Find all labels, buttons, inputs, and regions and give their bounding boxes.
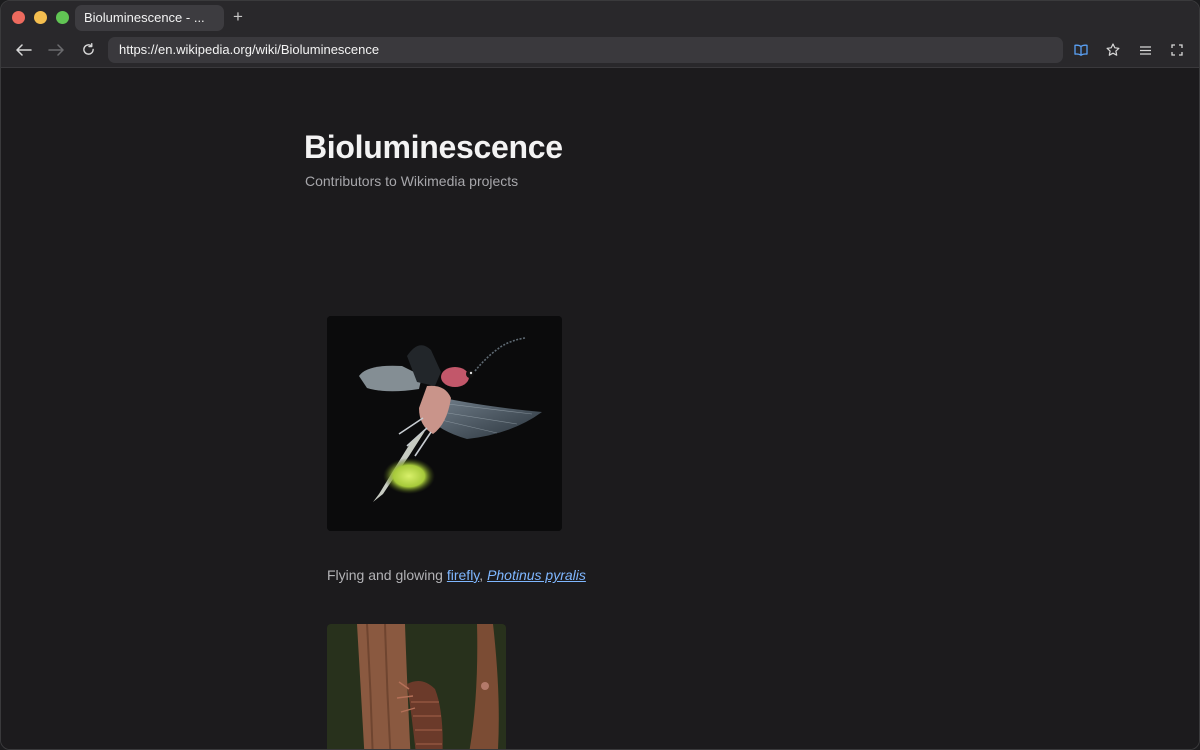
back-arrow-icon[interactable] bbox=[11, 37, 37, 63]
page-title: Bioluminescence bbox=[304, 129, 563, 165]
tab-title: Bioluminescence - ... bbox=[84, 10, 205, 25]
page-content: Bioluminescence Contributors to Wikimedi… bbox=[1, 69, 1199, 749]
address-bar[interactable]: https://en.wikipedia.org/wiki/Biolumines… bbox=[108, 37, 1063, 63]
hamburger-menu-icon[interactable] bbox=[1133, 38, 1157, 62]
tab-bioluminescence[interactable]: Bioluminescence - ... bbox=[75, 5, 224, 31]
tab-strip: Bioluminescence - ... + bbox=[1, 1, 1199, 35]
reload-icon[interactable] bbox=[75, 37, 101, 63]
minimize-window-button[interactable] bbox=[34, 11, 47, 24]
forward-arrow-icon[interactable] bbox=[43, 37, 69, 63]
maximize-window-button[interactable] bbox=[56, 11, 69, 24]
fullscreen-icon[interactable] bbox=[1165, 38, 1189, 62]
photinus-pyralis-link[interactable]: Photinus pyralis bbox=[487, 567, 586, 583]
caption-separator: , bbox=[479, 567, 488, 583]
byline: Contributors to Wikimedia projects bbox=[305, 173, 519, 189]
star-icon[interactable] bbox=[1101, 38, 1125, 62]
firefly-link[interactable]: firefly bbox=[447, 567, 479, 583]
larva-on-branch-image[interactable] bbox=[327, 624, 506, 749]
reader-mode-icon[interactable] bbox=[1069, 38, 1093, 62]
browser-toolbar: https://en.wikipedia.org/wiki/Biolumines… bbox=[1, 35, 1199, 68]
close-window-button[interactable] bbox=[12, 11, 25, 24]
browser-window: Bioluminescence - ... + https://en.wikip… bbox=[0, 0, 1200, 750]
firefly-image[interactable] bbox=[327, 316, 562, 531]
figure-caption: Flying and glowing firefly, Photinus pyr… bbox=[327, 567, 586, 583]
url-text: https://en.wikipedia.org/wiki/Biolumines… bbox=[119, 42, 380, 57]
new-tab-button[interactable]: + bbox=[230, 6, 246, 28]
caption-text: Flying and glowing bbox=[327, 567, 447, 583]
